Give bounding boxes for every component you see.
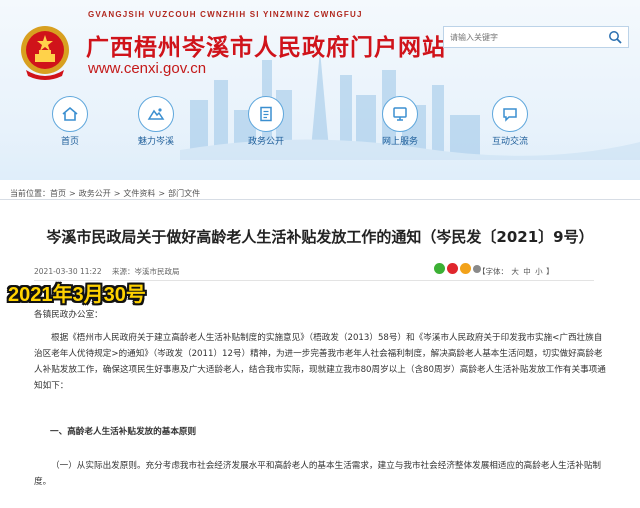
nav-label: 网上服务 — [381, 137, 418, 147]
article-paragraph: 根据《梧州市人民政府关于建立高龄老人生活补贴制度的实施意见》（梧政发（2013）… — [34, 333, 606, 391]
font-size-large[interactable]: 大 — [511, 267, 519, 276]
chat-icon — [503, 108, 517, 122]
nav-label: 互动交流 — [491, 137, 528, 147]
article-meta: 2021-03-30 11:22 来源：岑溪市民政局 — [34, 266, 187, 277]
home-icon — [62, 106, 78, 121]
article-section-heading: 一、高龄老人生活补贴发放的基本原则 — [50, 427, 197, 437]
publish-date: 2021-03-30 11:22 — [34, 267, 102, 276]
breadcrumb-gov-affairs[interactable]: 政务公开 — [79, 189, 111, 198]
font-size-small[interactable]: 小 — [535, 267, 543, 276]
divider — [0, 199, 640, 200]
nav-label: 首页 — [60, 137, 79, 147]
date-overlay-caption: 2021年3月30号 — [8, 284, 146, 306]
site-title[interactable]: 广西梧州岑溪市人民政府门户网站 — [86, 28, 446, 62]
font-size-end: 】 — [546, 267, 554, 276]
font-size-control: 【字体： 大 中 小 】 — [478, 266, 554, 277]
service-icon — [393, 107, 407, 121]
article-greeting: 各镇民政办公室： — [34, 310, 103, 320]
nav-label: 魅力岑溪 — [137, 137, 174, 147]
breadcrumb-separator: > — [158, 189, 166, 198]
nav-item-interaction[interactable]: 互动交流 — [480, 96, 540, 152]
share-bar — [434, 263, 481, 274]
scenery-icon — [147, 108, 165, 120]
search-icon — [609, 31, 622, 44]
font-size-label: 【字体： — [478, 267, 508, 276]
font-size-medium[interactable]: 中 — [523, 267, 531, 276]
search-button[interactable] — [602, 27, 628, 47]
wechat-share-icon[interactable] — [434, 263, 445, 274]
breadcrumb-separator: > — [113, 189, 121, 198]
national-emblem-icon — [21, 26, 69, 80]
breadcrumb-department-docs[interactable]: 部门文件 — [168, 189, 200, 198]
site-header: GVANGJSIH VUZCOUH CWNZHIH SI YINZMINZ CW… — [0, 0, 640, 180]
site-pinyin-name: GVANGJSIH VUZCOUH CWNZHIH SI YINZMINZ CW… — [88, 10, 363, 19]
breadcrumb-separator: > — [69, 189, 76, 198]
nav-item-charm-cenxi[interactable]: 魅力岑溪 — [126, 96, 186, 152]
search-box — [443, 26, 629, 48]
document-icon — [260, 106, 272, 122]
site-url: www.cenxi.gov.cn — [88, 60, 207, 77]
nav-item-gov-affairs[interactable]: 政务公开 — [236, 96, 296, 152]
breadcrumb-home[interactable]: 首页 — [50, 189, 66, 198]
breadcrumb-prefix: 当前位置： — [10, 189, 50, 198]
qzone-share-icon[interactable] — [460, 263, 471, 274]
main-nav: 首页 魅力岑溪 政务公开 网上服务 互动交流 — [0, 96, 640, 152]
nav-item-home[interactable]: 首页 — [40, 96, 100, 152]
nav-item-online-service[interactable]: 网上服务 — [370, 96, 430, 152]
article-title: 岑溪市民政局关于做好高龄老人生活补贴发放工作的通知（岑民发〔2021〕9号） — [46, 228, 594, 246]
breadcrumb-documents[interactable]: 文件资料 — [123, 189, 155, 198]
weibo-share-icon[interactable] — [447, 263, 458, 274]
article-paragraph: （一）从实际出发原则。充分考虑我市社会经济发展水平和高龄老人的基本生活需求，建立… — [34, 461, 602, 487]
article-source: 来源：岑溪市民政局 — [111, 267, 180, 276]
nav-label: 政务公开 — [247, 137, 284, 147]
search-input[interactable] — [444, 27, 602, 47]
breadcrumb: 当前位置：首页 > 政务公开 > 文件资料 > 部门文件 — [10, 188, 200, 199]
